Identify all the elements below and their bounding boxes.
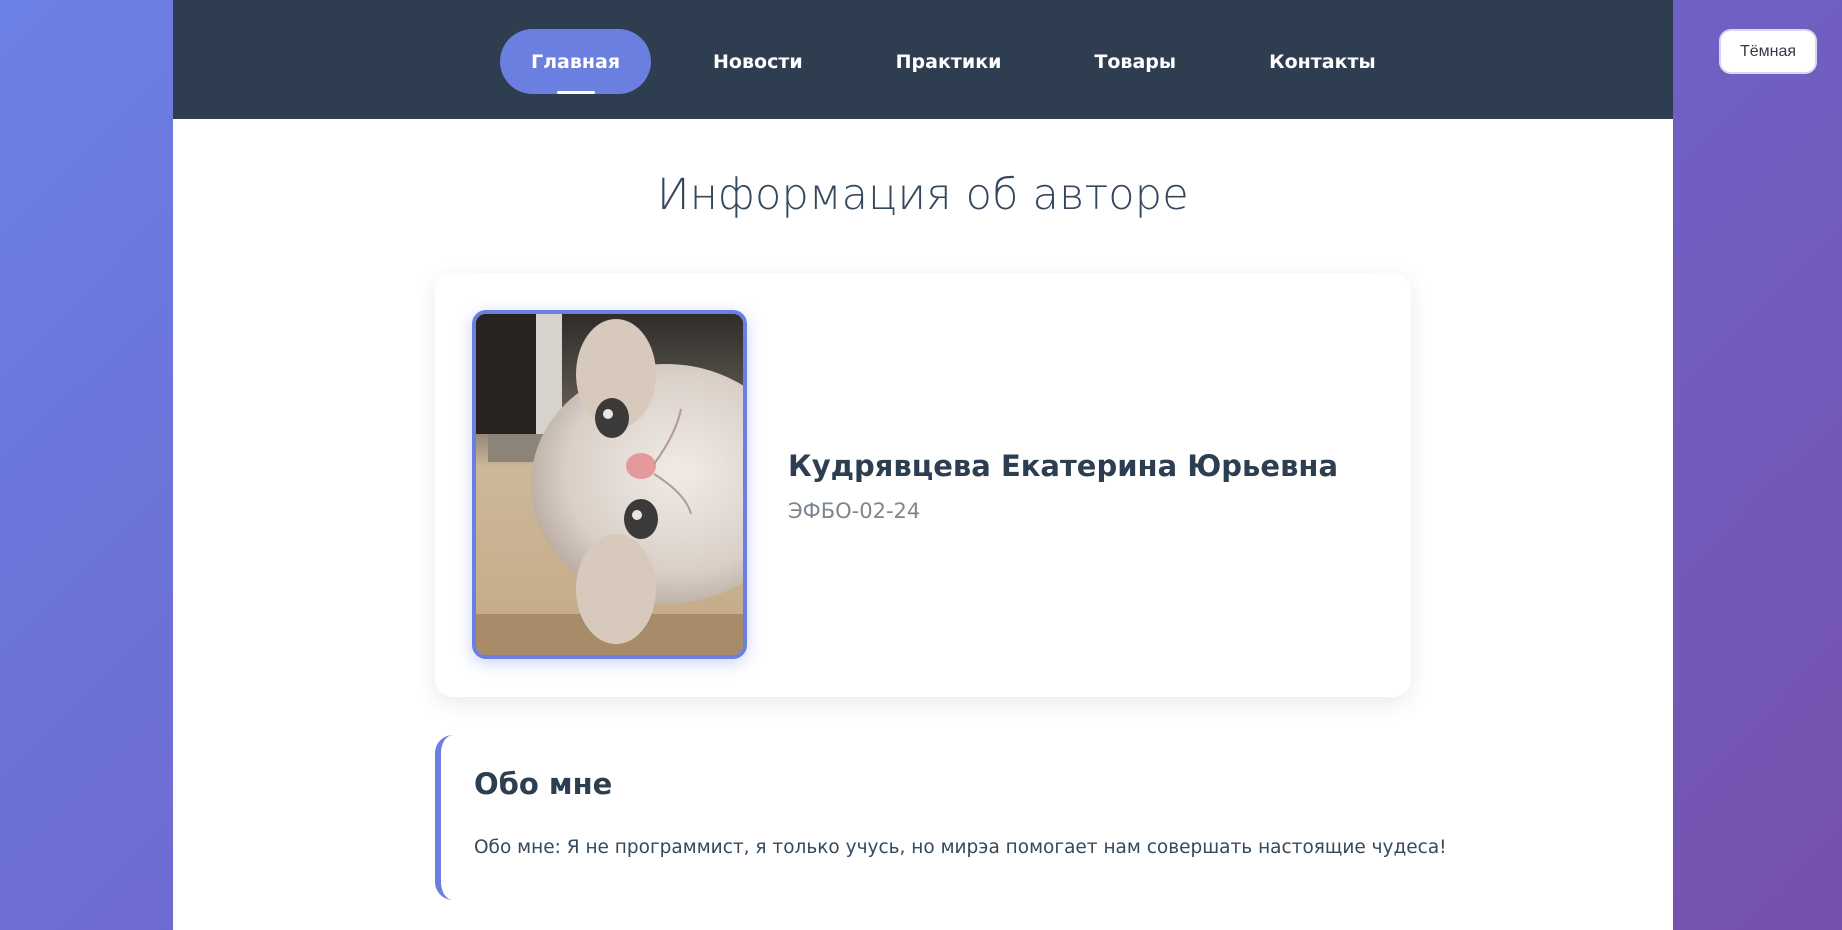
about-text: Обо мне: Я не программист, я только учус… xyxy=(474,837,1447,858)
about-card: Обо мне Обо мне: Я не программист, я тол… xyxy=(435,735,1447,900)
author-name: Кудрявцева Екатерина Юрьевна xyxy=(788,449,1339,483)
top-navbar: Главная Новости Практики Товары Контакты xyxy=(173,0,1673,119)
nav-item-products[interactable]: Товары xyxy=(1063,29,1207,94)
nav-item-news[interactable]: Новости xyxy=(682,29,834,94)
theme-toggle-button[interactable]: Тёмная xyxy=(1719,29,1817,74)
kitten-photo xyxy=(472,310,747,659)
page-title: Информация об авторе xyxy=(657,170,1189,220)
nav-item-contacts[interactable]: Контакты xyxy=(1238,29,1407,94)
page-container: Главная Новости Практики Товары Контакты… xyxy=(173,0,1673,930)
nav-item-home[interactable]: Главная xyxy=(500,29,652,94)
author-group: ЭФБО-02-24 xyxy=(788,499,921,523)
nav-list: Главная Новости Практики Товары Контакты xyxy=(500,29,1438,94)
about-heading: Обо мне xyxy=(474,767,613,801)
profile-card: Кудрявцева Екатерина Юрьевна ЭФБО-02-24 xyxy=(435,273,1411,697)
nav-item-practices[interactable]: Практики xyxy=(865,29,1033,94)
